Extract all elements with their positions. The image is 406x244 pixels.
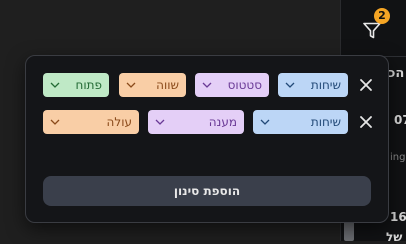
chevron-down-icon [155,119,165,125]
operator-select[interactable]: עולה [43,110,139,134]
remove-filter-button[interactable] [359,78,373,92]
filter-row: שיחות סטטוס שווה פתוח [26,73,388,97]
operator-select[interactable]: שווה [119,73,186,97]
filter-popover: שיחות סטטוס שווה פתוח שיחות מענה עולה הו… [25,55,389,223]
background-time: 07 [394,113,406,127]
chevron-down-icon [202,82,212,88]
background-line: של [386,230,403,244]
background-time: 16: [390,210,406,224]
sub-field-select-label: סטטוס [227,78,262,92]
operator-select-label: שווה [156,78,179,92]
scrollbar-thumb[interactable] [344,220,354,241]
chevron-down-icon [126,82,136,88]
add-filter-button[interactable]: הוספת סינון [43,176,371,206]
value-select-label: פתוח [75,78,103,92]
field-select[interactable]: שיחות [253,110,348,134]
close-icon [360,116,372,128]
sub-field-select[interactable]: מענה [148,110,244,134]
field-select-label: שיחות [310,115,341,129]
background-heading: הכ [388,66,405,81]
field-select[interactable]: שיחות [278,73,348,97]
sub-field-select-label: מענה [208,115,237,129]
operator-select-label: עולה [106,115,132,129]
background-subtext: ingn [390,152,406,163]
value-select[interactable]: פתוח [43,73,109,97]
close-icon [360,79,372,91]
filter-count-badge: 2 [374,8,390,24]
chevron-down-icon [260,119,270,125]
chevron-down-icon [50,119,60,125]
field-select-label: שיחות [310,78,341,92]
sub-field-select[interactable]: סטטוס [195,73,269,97]
chevron-down-icon [285,82,295,88]
filter-icon [363,22,381,39]
filter-row: שיחות מענה עולה [26,110,388,134]
remove-filter-button[interactable] [359,115,373,129]
chevron-down-icon [50,82,60,88]
